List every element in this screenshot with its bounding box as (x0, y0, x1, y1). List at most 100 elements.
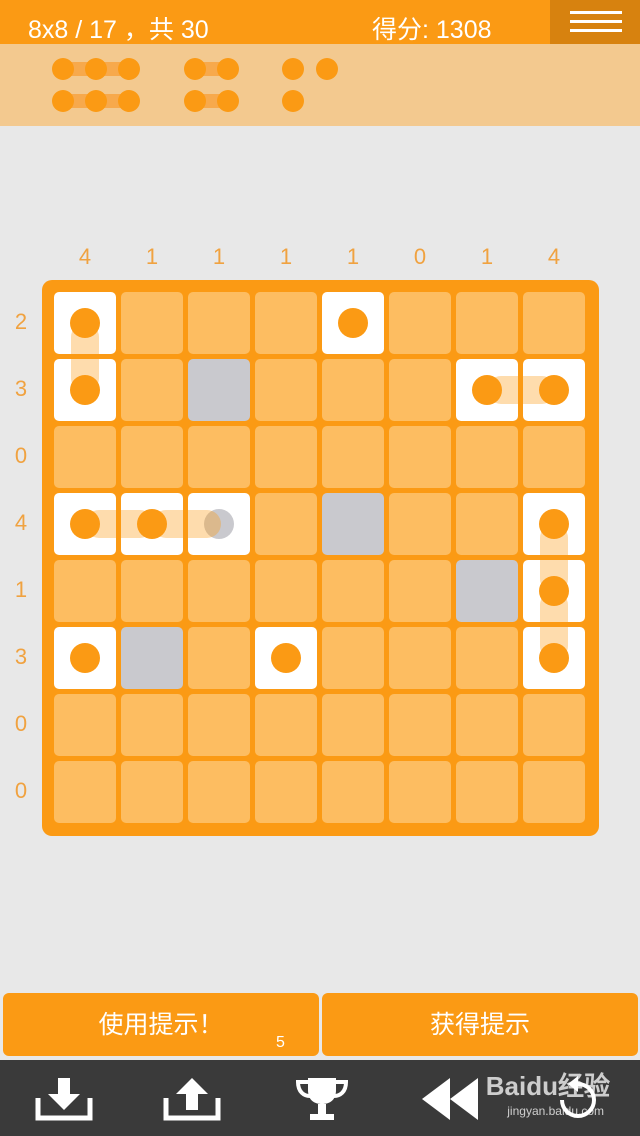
fleet-segment (52, 58, 74, 80)
column-clue: 0 (413, 244, 427, 269)
get-hint-label: 获得提示 (429, 1010, 530, 1039)
fleet-segment (85, 90, 107, 112)
column-clue: 1 (346, 244, 360, 269)
get-hint-button[interactable]: 获得提示 (322, 993, 638, 1056)
row-clue: 0 (14, 778, 28, 803)
grid-cell[interactable] (54, 694, 116, 756)
fleet-segment (118, 58, 140, 80)
fleet-segment (85, 58, 107, 80)
grid-cell[interactable] (322, 627, 384, 689)
row-clue: 3 (14, 644, 28, 669)
grid-cell[interactable] (456, 627, 518, 689)
fleet-segment (52, 90, 74, 112)
grid-cell[interactable] (121, 359, 183, 421)
grid-cell[interactable] (389, 694, 451, 756)
ship-connector (152, 510, 221, 538)
hint-count-badge: 5 (276, 1034, 285, 1051)
grid-cell[interactable] (456, 761, 518, 823)
grid-cell[interactable] (54, 426, 116, 488)
grid-cell[interactable] (523, 761, 585, 823)
watermark-url: jingyan.baidu.com (507, 1104, 604, 1118)
grid-cell[interactable] (456, 694, 518, 756)
grid-cell[interactable] (322, 493, 384, 555)
row-clue: 0 (14, 711, 28, 736)
level-indicator: 8x8 / 17 ，共 30 (28, 16, 209, 44)
grid-cell[interactable] (255, 761, 317, 823)
grid-cell[interactable] (121, 426, 183, 488)
watermark-logo: Baidu经验 (485, 1071, 610, 1101)
column-clue: 1 (279, 244, 293, 269)
grid-cell[interactable] (121, 694, 183, 756)
grid-cell[interactable] (389, 627, 451, 689)
grid-cell[interactable] (121, 560, 183, 622)
grid-cell[interactable] (255, 627, 317, 689)
ship-connector (540, 524, 568, 593)
grid-cell[interactable] (121, 627, 183, 689)
grid-cell[interactable] (255, 694, 317, 756)
grid-cell[interactable] (188, 560, 250, 622)
grid-cell[interactable] (322, 761, 384, 823)
grid-cell[interactable] (389, 761, 451, 823)
ship-segment (70, 643, 100, 673)
grid-cell[interactable] (456, 560, 518, 622)
grid-cell[interactable] (54, 560, 116, 622)
fleet-panel (0, 44, 640, 126)
grid-cell[interactable] (188, 627, 250, 689)
fleet-segment (118, 90, 140, 112)
grid-cell[interactable] (188, 694, 250, 756)
menu-button[interactable] (550, 0, 640, 44)
column-clue: 1 (480, 244, 494, 269)
game-board (42, 280, 599, 836)
row-clue: 2 (14, 309, 28, 334)
fleet-segment (184, 58, 206, 80)
grid-cell[interactable] (389, 493, 451, 555)
fleet-segment (282, 58, 304, 80)
grid-cell[interactable] (322, 359, 384, 421)
trophy-icon[interactable] (292, 1074, 352, 1124)
grid-cell[interactable] (188, 359, 250, 421)
grid-cell[interactable] (188, 426, 250, 488)
top-bar: 8x8 / 17 ，共 30 得分: 1308 (0, 0, 640, 44)
grid-cell[interactable] (389, 560, 451, 622)
grid-cell[interactable] (456, 292, 518, 354)
row-clue: 0 (14, 443, 28, 468)
download-icon[interactable] (34, 1074, 94, 1124)
ship-segment (271, 643, 301, 673)
grid-cell[interactable] (456, 426, 518, 488)
grid-cell[interactable] (456, 493, 518, 555)
grid-cell[interactable] (121, 761, 183, 823)
grid-cell[interactable] (255, 359, 317, 421)
ship-connector (71, 323, 99, 392)
grid-cell[interactable] (121, 292, 183, 354)
grid-cell[interactable] (255, 560, 317, 622)
grid-cell[interactable] (322, 292, 384, 354)
grid-cell[interactable] (523, 292, 585, 354)
share-icon[interactable] (162, 1074, 222, 1124)
use-hint-label: 使用提示！ (98, 1010, 224, 1039)
ship-connector (85, 510, 154, 538)
rewind-icon[interactable] (420, 1074, 480, 1124)
grid-cell[interactable] (322, 426, 384, 488)
use-hint-button[interactable]: 使用提示！ (3, 993, 319, 1056)
score-display: 得分: 1308 (372, 16, 492, 44)
row-clue: 1 (14, 577, 28, 602)
grid-cell[interactable] (389, 426, 451, 488)
grid-cell[interactable] (322, 560, 384, 622)
column-clue: 1 (212, 244, 226, 269)
grid-cell[interactable] (188, 761, 250, 823)
column-clue: 1 (145, 244, 159, 269)
grid-cell[interactable] (255, 493, 317, 555)
grid-cell[interactable] (54, 761, 116, 823)
grid-cell[interactable] (54, 627, 116, 689)
grid-cell[interactable] (255, 292, 317, 354)
grid-cell[interactable] (523, 426, 585, 488)
grid-cell[interactable] (188, 292, 250, 354)
grid-cell[interactable] (389, 292, 451, 354)
fleet-segment (217, 90, 239, 112)
ship-connector (487, 376, 556, 404)
grid-cell[interactable] (523, 694, 585, 756)
column-clue: 4 (78, 244, 92, 269)
grid-cell[interactable] (389, 359, 451, 421)
grid-cell[interactable] (322, 694, 384, 756)
grid-cell[interactable] (255, 426, 317, 488)
